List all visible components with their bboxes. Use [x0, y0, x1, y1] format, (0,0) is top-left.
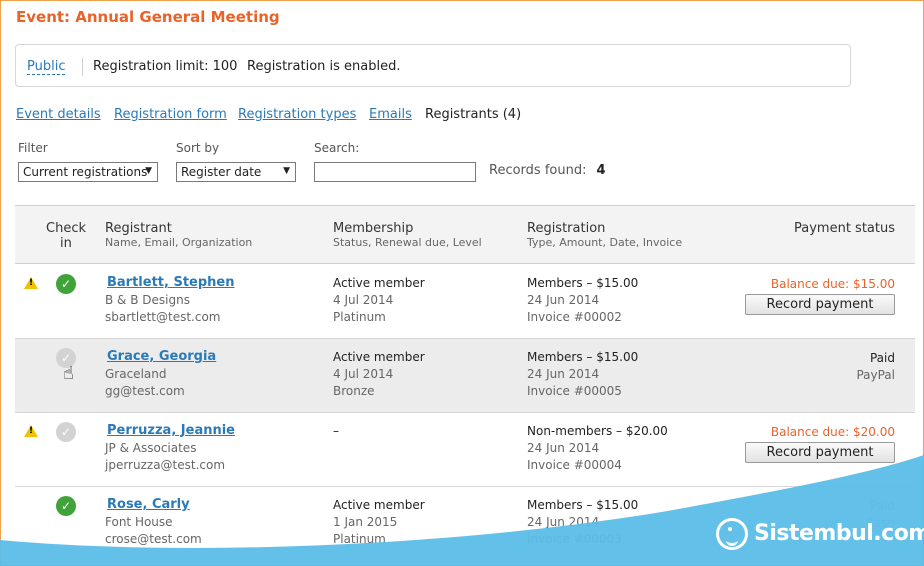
records-label: Records found: — [489, 163, 587, 178]
table-row: ✓ Perruzza, Jeannie JP & Associates jper… — [15, 413, 915, 487]
invoice-number: Invoice #00004 — [527, 458, 622, 472]
registrant-org: JP & Associates — [105, 441, 197, 455]
dropdown-arrow-icon: ▼ — [283, 166, 290, 176]
payment-status: Paid — [869, 351, 895, 365]
registrant-org: Graceland — [105, 367, 167, 381]
search-label: Search: — [314, 141, 360, 155]
registrant-email: sbartlett@test.com — [105, 310, 221, 324]
event-info-box: Public Registration limit: 100 Registrat… — [15, 44, 851, 87]
tab-registration-form[interactable]: Registration form — [114, 107, 227, 122]
header-registration[interactable]: Registration — [527, 221, 605, 236]
warning-icon — [24, 277, 38, 289]
not-checked-in-icon[interactable]: ✓ — [56, 422, 76, 442]
membership-level: Platinum — [333, 310, 386, 324]
record-payment-button[interactable]: Record payment — [745, 294, 895, 315]
payment-status: Paid — [869, 499, 895, 513]
visibility-link[interactable]: Public — [27, 59, 66, 75]
sort-label: Sort by — [176, 141, 220, 155]
header-registrant-sub: Name, Email, Organization — [105, 236, 253, 249]
watermark-text: Sistembul.com — [754, 521, 924, 546]
registrant-name-link[interactable]: Rose, Carly — [107, 497, 190, 512]
header-registrant[interactable]: Registrant — [105, 221, 172, 236]
search-input[interactable] — [314, 162, 476, 182]
balance-due: Balance due: $20.00 — [770, 425, 895, 439]
sort-value: Register date — [181, 165, 262, 179]
registration-type: Members – $15.00 — [527, 276, 639, 290]
invoice-number: Invoice #00003 — [527, 532, 622, 546]
invoice-number: Invoice #00005 — [527, 384, 622, 398]
registrant-email: jperruzza@test.com — [105, 458, 226, 472]
registrant-org: Font House — [105, 515, 173, 529]
header-membership-sub: Status, Renewal due, Level — [333, 236, 482, 249]
renewal-due: 1 Jan 2015 — [333, 515, 398, 529]
hand-cursor-icon: ☝ — [63, 363, 74, 384]
membership-status: – — [333, 424, 339, 438]
payment-method: PayPal — [856, 368, 895, 382]
membership-status: Active member — [333, 276, 425, 290]
records-found: Records found: 4 — [489, 163, 606, 178]
registrant-name-link[interactable]: Grace, Georgia — [107, 349, 216, 364]
registration-date: 24 Jun 2014 — [527, 441, 600, 455]
registrant-email: crose@test.com — [105, 532, 202, 546]
registration-date: 24 Jun 2014 — [527, 515, 600, 529]
header-membership[interactable]: Membership — [333, 221, 413, 236]
renewal-due: 4 Jul 2014 — [333, 367, 394, 381]
filter-select[interactable]: Current registrations ▼ — [18, 162, 158, 182]
table-row: ✓ ☝ Grace, Georgia Graceland gg@test.com… — [15, 339, 915, 413]
registration-type: Members – $15.00 — [527, 350, 639, 364]
dropdown-arrow-icon: ▼ — [145, 166, 152, 176]
warning-icon — [24, 425, 38, 437]
divider — [82, 58, 83, 76]
registration-type: Non-members – $20.00 — [527, 424, 668, 438]
tab-registration-types[interactable]: Registration types — [238, 107, 356, 122]
checked-in-icon[interactable]: ✓ — [56, 496, 76, 516]
registrant-email: gg@test.com — [105, 384, 185, 398]
membership-status: Active member — [333, 350, 425, 364]
header-checkin-2: in — [60, 236, 72, 251]
header-payment-status[interactable]: Payment status — [794, 221, 895, 236]
header-registration-sub: Type, Amount, Date, Invoice — [527, 236, 683, 249]
membership-level: Platinum — [333, 532, 386, 546]
record-payment-button[interactable]: Record payment — [745, 442, 895, 463]
tab-registrants[interactable]: Registrants (4) — [425, 107, 521, 122]
registration-limit: Registration limit: 100 — [93, 59, 238, 74]
registration-type: Members – $15.00 — [527, 498, 639, 512]
filter-label: Filter — [18, 141, 48, 155]
smiley-logo-icon — [716, 518, 748, 550]
table-row: ✓ Bartlett, Stephen B & B Designs sbartl… — [15, 265, 915, 339]
registrant-name-link[interactable]: Perruzza, Jeannie — [107, 423, 235, 438]
checked-in-icon[interactable]: ✓ — [56, 274, 76, 294]
tab-emails[interactable]: Emails — [369, 107, 412, 122]
tab-event-details[interactable]: Event details — [16, 107, 101, 122]
registration-date: 24 Jun 2014 — [527, 367, 600, 381]
balance-due: Balance due: $15.00 — [770, 277, 895, 291]
membership-level: Bronze — [333, 384, 375, 398]
invoice-number: Invoice #00002 — [527, 310, 622, 324]
membership-status: Active member — [333, 498, 425, 512]
table-header: Check in Registrant Name, Email, Organiz… — [15, 205, 915, 264]
page-title: Event: Annual General Meeting — [16, 8, 280, 26]
registration-date: 24 Jun 2014 — [527, 293, 600, 307]
records-count: 4 — [596, 163, 606, 178]
registration-status: Registration is enabled. — [247, 59, 401, 74]
filter-value: Current registrations — [23, 165, 148, 179]
registrant-org: B & B Designs — [105, 293, 190, 307]
sort-select[interactable]: Register date ▼ — [176, 162, 296, 182]
registrant-name-link[interactable]: Bartlett, Stephen — [107, 275, 235, 290]
renewal-due: 4 Jul 2014 — [333, 293, 394, 307]
header-checkin: Check — [46, 221, 86, 236]
